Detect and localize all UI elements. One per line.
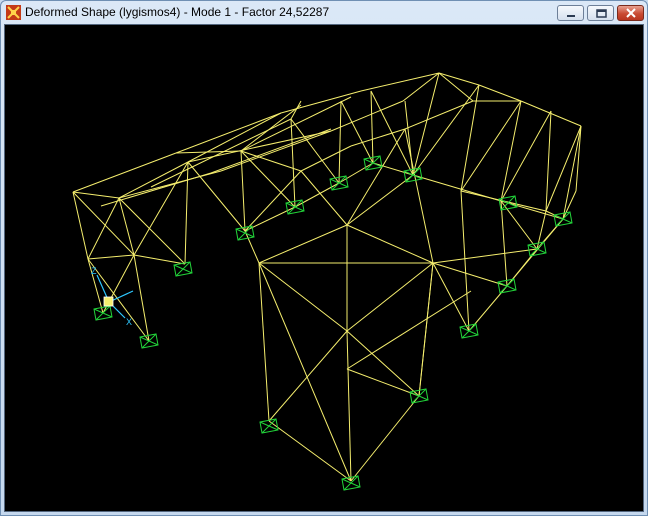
frame-member	[460, 190, 470, 332]
frame-member	[346, 368, 420, 397]
frame-member	[370, 90, 414, 176]
frame-member	[118, 197, 186, 265]
close-button[interactable]	[617, 5, 644, 21]
frame-member	[258, 262, 352, 482]
frame-member	[87, 254, 135, 260]
frame-member	[338, 162, 374, 184]
support-marker	[527, 241, 547, 257]
frame-member	[184, 161, 189, 265]
title-bar[interactable]: Deformed Shape (lygismos4) - Mode 1 - Fa…	[1, 1, 647, 24]
frame-member	[72, 191, 135, 256]
frame-member	[100, 172, 212, 207]
frame-member	[432, 262, 508, 287]
sap-app-icon[interactable]	[6, 5, 21, 20]
frame-member	[72, 191, 89, 260]
minimize-icon	[567, 15, 575, 17]
frame-member	[87, 197, 120, 260]
frame-member	[72, 152, 177, 193]
frame-member	[346, 224, 434, 264]
app-window: Deformed Shape (lygismos4) - Mode 1 - Fa…	[0, 0, 648, 516]
support-marker	[139, 333, 159, 349]
frame-member	[346, 330, 420, 397]
maximize-button[interactable]	[587, 5, 614, 21]
frame-member	[460, 84, 480, 192]
frame-member	[258, 224, 348, 264]
frame-member	[338, 100, 342, 184]
deformed-frame	[72, 72, 582, 482]
frame-member	[412, 84, 480, 176]
frame-member	[280, 90, 362, 114]
frame-member	[500, 200, 538, 250]
frame-member	[372, 162, 414, 176]
frame-member	[432, 248, 538, 264]
frame-member	[290, 118, 296, 208]
frame-member	[346, 128, 406, 226]
model-viewport[interactable]: X Z	[4, 24, 644, 512]
frame-member	[346, 174, 414, 226]
support-markers	[93, 155, 573, 491]
support-marker	[409, 388, 429, 404]
frame-member	[346, 262, 434, 332]
frame-member	[118, 197, 135, 256]
frame-member	[438, 72, 474, 102]
frame-member	[438, 72, 480, 86]
frame-member	[418, 262, 434, 397]
frame-member	[87, 258, 150, 342]
frame-member	[346, 290, 472, 370]
axis-x-label: X	[126, 317, 132, 327]
frame-member	[500, 200, 508, 287]
close-icon	[626, 8, 636, 18]
support-marker	[93, 305, 113, 321]
frame-member	[258, 262, 348, 332]
frame-member	[562, 125, 582, 220]
frame-member	[258, 262, 270, 422]
frame-member	[294, 182, 340, 208]
frame-member	[133, 254, 150, 342]
frame-member	[300, 145, 352, 172]
frame-member	[340, 100, 374, 164]
frame-member	[330, 100, 404, 132]
frame-member	[346, 330, 352, 482]
frame-member	[350, 395, 420, 482]
support-marker	[553, 211, 573, 227]
axis-z-label: Z	[91, 266, 97, 276]
frame-member	[268, 330, 348, 422]
frame-member	[244, 170, 302, 232]
maximize-icon	[596, 9, 607, 18]
frame-member	[370, 90, 374, 164]
frame-member	[72, 191, 120, 199]
frame-member	[404, 100, 474, 130]
frame-member	[240, 150, 296, 208]
window-title: Deformed Shape (lygismos4) - Mode 1 - Fa…	[25, 5, 330, 19]
frame-member	[500, 110, 552, 202]
frame-member	[562, 190, 577, 220]
frame-member	[545, 110, 552, 212]
frame-member	[432, 262, 470, 332]
frame-member	[300, 170, 348, 226]
frame-member	[478, 84, 522, 102]
frame-member	[240, 96, 352, 152]
minimize-button[interactable]	[557, 5, 584, 21]
frame-member	[404, 128, 434, 264]
frame-member	[545, 125, 582, 212]
frame-member	[506, 218, 564, 287]
